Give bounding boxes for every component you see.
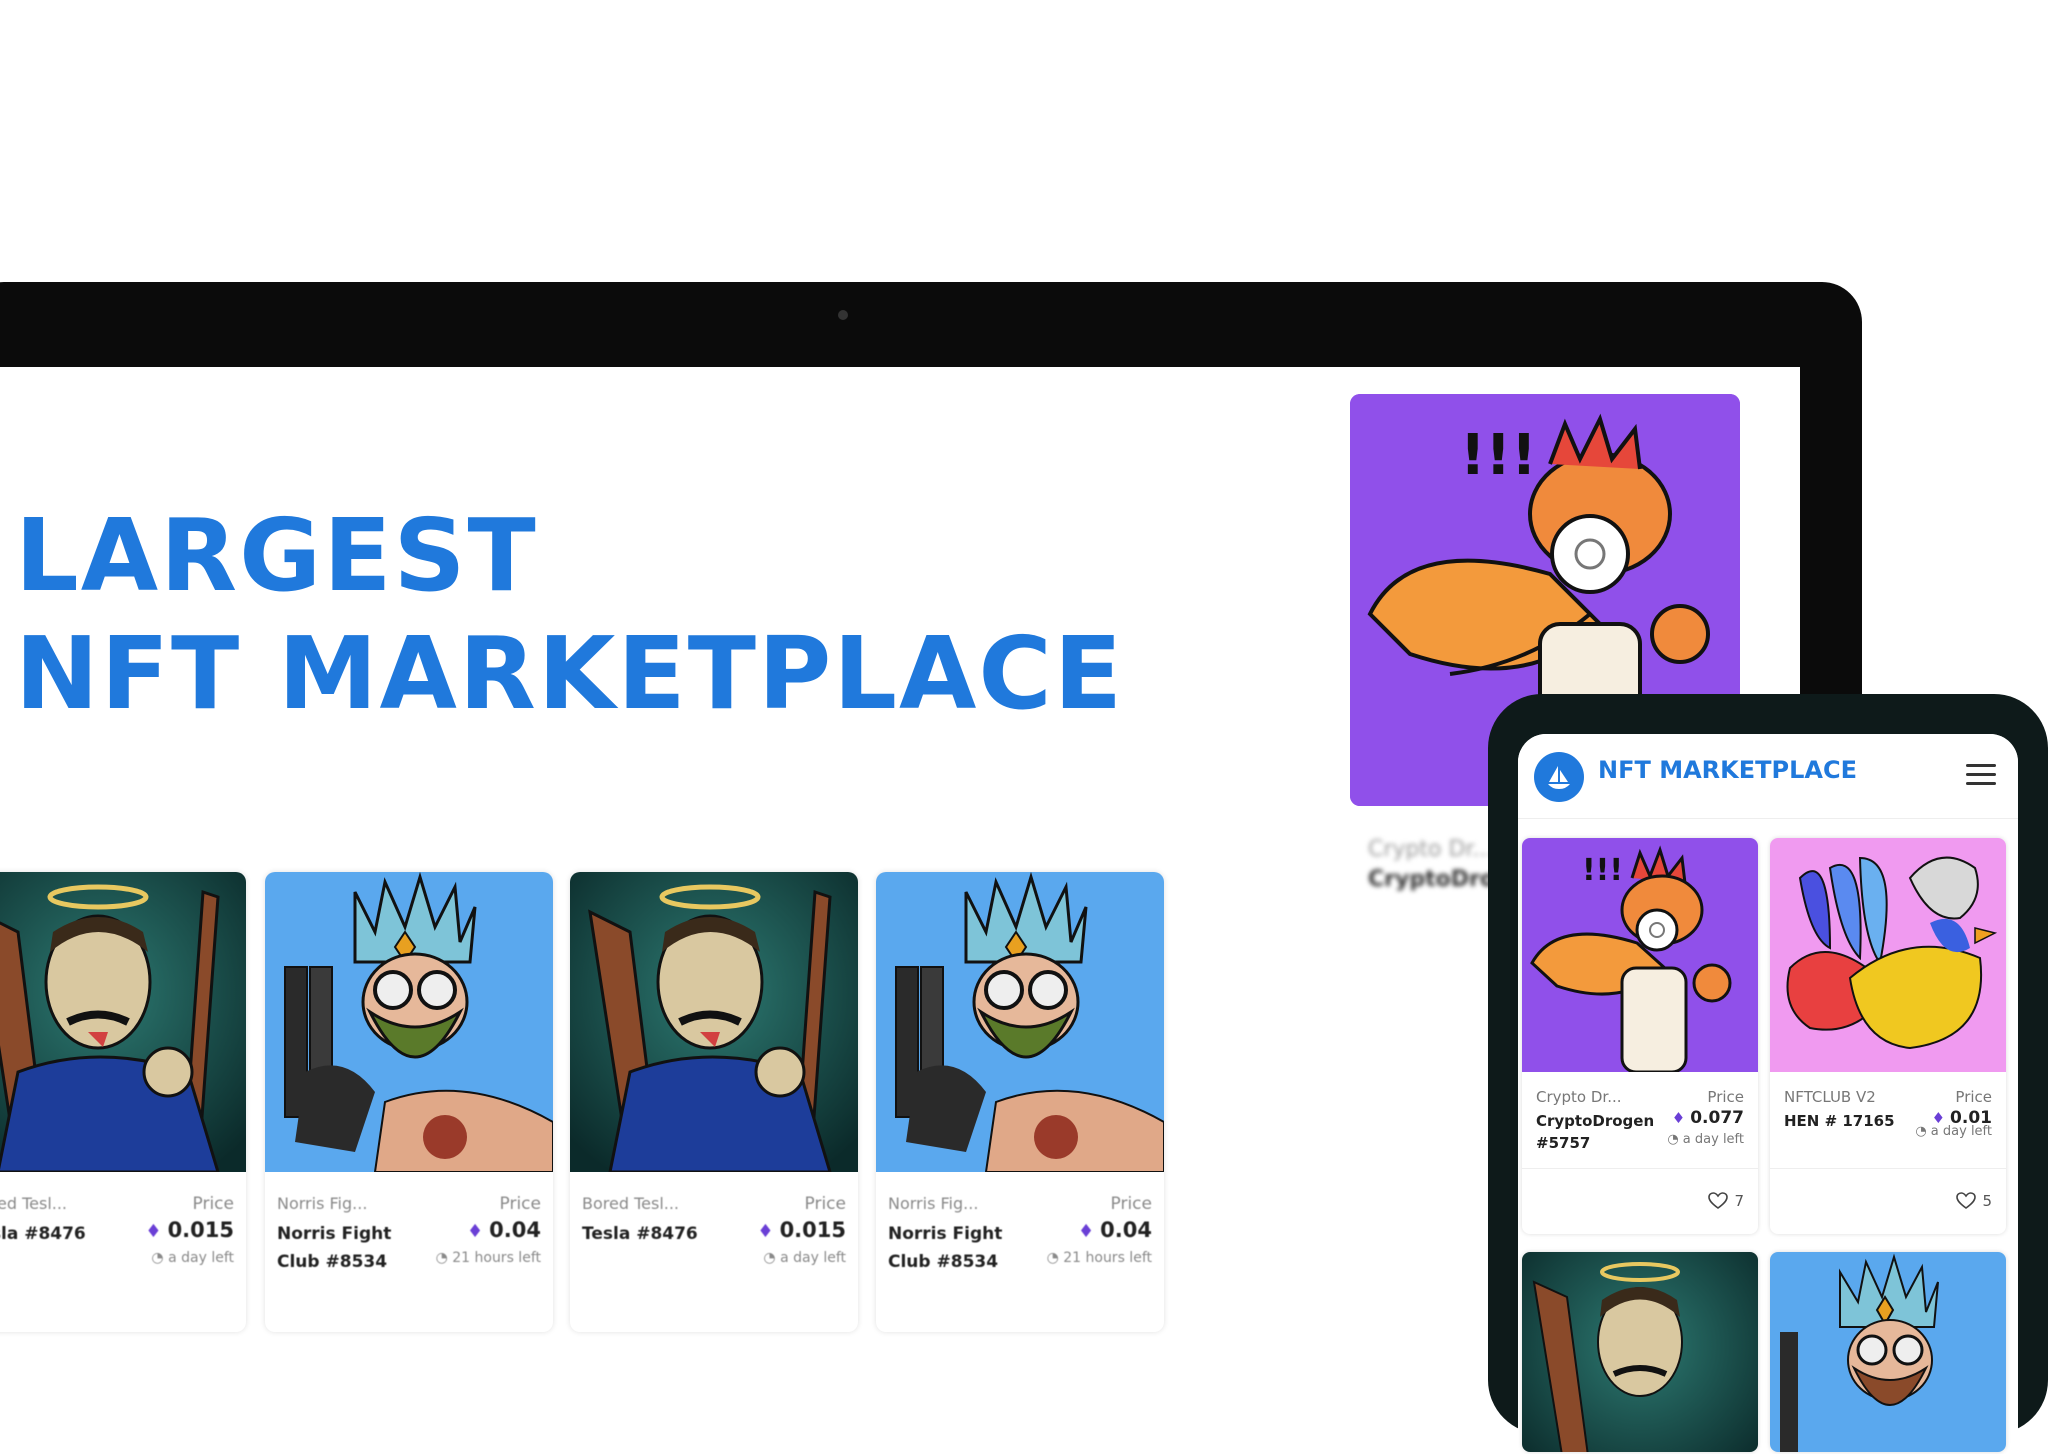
time-left: ◔ a day left <box>151 1250 234 1266</box>
nft-price: ♦ 0.077 <box>1672 1108 1744 1128</box>
clock-icon: ◔ <box>435 1250 453 1266</box>
hero-title: LARGEST NFT MARKETPLACE <box>15 497 1124 733</box>
time-left-text: a day left <box>168 1250 234 1266</box>
nft-collection: Bored Tesl... <box>582 1194 680 1213</box>
nft-image <box>1770 1252 2006 1452</box>
nft-card[interactable]: Bored Tesl... Tesla #8476 Price ♦0.015 ◔… <box>570 872 858 1332</box>
ethereum-icon: ♦ <box>757 1221 774 1242</box>
nft-image <box>0 872 246 1172</box>
card-divider <box>1770 1168 2006 1169</box>
tesla-artwork <box>1522 1252 1758 1452</box>
webcam-icon <box>838 310 848 320</box>
nft-image <box>570 872 858 1172</box>
time-left-text: 21 hours left <box>452 1250 541 1266</box>
nft-card[interactable] <box>1770 1252 2006 1452</box>
like-count: 5 <box>1982 1192 1992 1210</box>
price-label: Price <box>1110 1194 1152 1214</box>
ethereum-icon: ♦ <box>467 1221 484 1242</box>
nft-price: ♦ 0.04 <box>1078 1218 1152 1242</box>
time-left: ◔ a day left <box>1915 1124 1992 1139</box>
clock-icon: ◔ <box>151 1250 169 1266</box>
nft-card[interactable] <box>1522 1252 1758 1452</box>
fighter-artwork <box>1770 1252 2006 1452</box>
nft-price: ♦ 0.015 <box>145 1218 234 1242</box>
time-left-text: a day left <box>1930 1124 1992 1139</box>
hamburger-menu-icon[interactable] <box>1966 764 1996 786</box>
nft-name: Tesla #8476 <box>582 1224 698 1244</box>
time-left-text: a day left <box>780 1250 846 1266</box>
price-label: Price <box>192 1194 234 1214</box>
nft-image <box>265 872 553 1172</box>
ethereum-icon: ♦ <box>145 1221 162 1242</box>
nft-card[interactable]: !!! Crypto Dr... CryptoDrogen #5757 Pric… <box>1522 838 1758 1234</box>
dragon-artwork: !!! <box>1522 838 1758 1072</box>
fighter-artwork <box>265 872 553 1172</box>
nft-collection: Norris Fig... <box>277 1194 368 1213</box>
price-label: Price <box>499 1194 541 1214</box>
time-left: ◔ a day left <box>1667 1132 1744 1147</box>
nft-name: Norris Fight Club #8534 <box>888 1224 1003 1272</box>
clock-icon: ◔ <box>1915 1124 1931 1139</box>
mobile-brand[interactable]: NFT MARKETPLACE <box>1598 756 1857 784</box>
tesla-artwork <box>0 872 246 1172</box>
ethereum-icon: ♦ <box>1078 1221 1095 1242</box>
price-label: Price <box>804 1194 846 1214</box>
mobile-phone: NFT MARKETPLACE !!! Crypto Dr... CryptoD… <box>1488 694 2048 1454</box>
nft-name: HEN # 17165 <box>1784 1112 1895 1130</box>
svg-text:!!!: !!! <box>1460 423 1537 488</box>
time-left: ◔ a day left <box>763 1250 846 1266</box>
nft-image <box>876 872 1164 1172</box>
heart-icon <box>1708 1192 1729 1209</box>
nft-price: ♦ 0.015 <box>757 1218 846 1242</box>
ethereum-icon: ♦ <box>1671 1109 1686 1127</box>
nft-card[interactable]: Bored Tesl... Tesla #8476 Price ♦0.015 ◔… <box>0 872 246 1332</box>
nft-card[interactable]: Norris Fig... Norris Fight Club #8534 Pr… <box>265 872 553 1332</box>
nft-collection: Bored Tesl... <box>0 1194 68 1213</box>
price-label: Price <box>1707 1088 1744 1106</box>
nft-card[interactable]: Norris Fig... Norris Fight Club #8534 Pr… <box>876 872 1164 1332</box>
tesla-artwork <box>570 872 858 1172</box>
price-value: 0.04 <box>1100 1218 1152 1242</box>
hero-title-line-2: NFT MARKETPLACE <box>15 615 1125 732</box>
heart-icon <box>1956 1192 1977 1209</box>
nft-price: ♦ 0.04 <box>467 1218 541 1242</box>
price-label: Price <box>1955 1088 1992 1106</box>
nft-collection: NFTCLUB V2 <box>1784 1088 1876 1106</box>
sailboat-logo-icon[interactable] <box>1534 752 1584 802</box>
time-left-text: a day left <box>1682 1132 1744 1147</box>
mobile-screen: NFT MARKETPLACE !!! Crypto Dr... CryptoD… <box>1518 734 2018 1454</box>
nft-name: CryptoDrogen #5757 <box>1536 1112 1655 1152</box>
svg-text:!!!: !!! <box>1582 853 1623 888</box>
clock-icon: ◔ <box>1667 1132 1683 1147</box>
bird-artwork <box>1770 838 2006 1072</box>
time-left: ◔ 21 hours left <box>436 1250 541 1266</box>
price-value: 0.015 <box>779 1218 846 1242</box>
nft-card[interactable]: NFTCLUB V2 HEN # 17165 Price ♦ 0.01 ◔ a d… <box>1770 838 2006 1234</box>
mobile-header: NFT MARKETPLACE <box>1518 734 2018 819</box>
card-divider <box>1522 1168 1758 1169</box>
hero-title-line-1: LARGEST <box>15 497 538 614</box>
fighter-artwork <box>876 872 1164 1172</box>
nft-image: !!! <box>1522 838 1758 1072</box>
price-value: 0.015 <box>167 1218 234 1242</box>
clock-icon: ◔ <box>1046 1250 1064 1266</box>
nft-collection: Crypto Dr... <box>1536 1088 1622 1106</box>
clock-icon: ◔ <box>763 1250 781 1266</box>
nft-image <box>1522 1252 1758 1452</box>
like-button[interactable]: 7 <box>1708 1192 1744 1210</box>
price-value: 0.077 <box>1690 1108 1744 1128</box>
time-left: ◔ 21 hours left <box>1047 1250 1152 1266</box>
nft-collection: Norris Fig... <box>888 1194 979 1213</box>
time-left-text: 21 hours left <box>1063 1250 1152 1266</box>
like-button[interactable]: 5 <box>1956 1192 1992 1210</box>
like-count: 7 <box>1734 1192 1744 1210</box>
nft-image <box>1770 838 2006 1072</box>
price-value: 0.04 <box>489 1218 541 1242</box>
nft-name: Norris Fight Club #8534 <box>277 1224 392 1272</box>
nft-name: Tesla #8476 <box>0 1224 86 1244</box>
